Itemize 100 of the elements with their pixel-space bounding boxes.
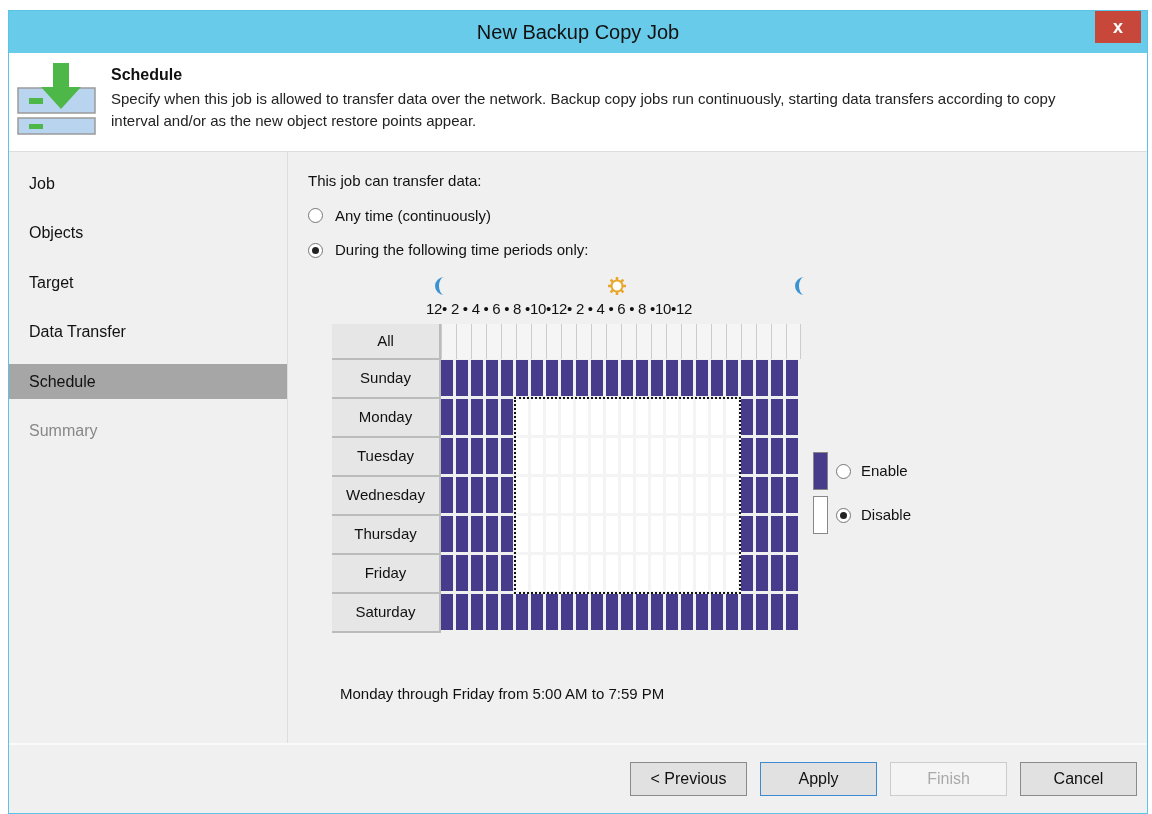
schedule-cell[interactable]	[531, 399, 546, 438]
step-item[interactable]: Data Transfer	[9, 314, 287, 350]
schedule-cell[interactable]	[606, 555, 621, 594]
schedule-cell[interactable]	[531, 555, 546, 594]
footer-button[interactable]: < Previous	[630, 762, 747, 796]
schedule-cell[interactable]	[471, 516, 486, 555]
schedule-cell[interactable]	[516, 555, 531, 594]
schedule-cell[interactable]	[681, 399, 696, 438]
schedule-cell[interactable]	[501, 360, 516, 399]
schedule-cell[interactable]	[711, 360, 726, 399]
schedule-cell[interactable]	[696, 555, 711, 594]
schedule-cell[interactable]	[636, 399, 651, 438]
schedule-cell[interactable]	[561, 360, 576, 399]
schedule-cell[interactable]	[486, 477, 501, 516]
schedule-cell[interactable]	[621, 555, 636, 594]
schedule-cell[interactable]	[636, 360, 651, 399]
schedule-cell[interactable]	[771, 555, 786, 594]
step-item[interactable]: Objects	[9, 215, 287, 251]
day-button[interactable]: Friday	[332, 555, 441, 594]
schedule-cell[interactable]	[741, 399, 756, 438]
schedule-cell[interactable]	[456, 555, 471, 594]
schedule-cell[interactable]	[726, 360, 741, 399]
schedule-cell[interactable]	[726, 438, 741, 477]
schedule-cell[interactable]	[456, 594, 471, 633]
schedule-cell[interactable]	[771, 516, 786, 555]
schedule-cell[interactable]	[786, 438, 801, 477]
schedule-cell[interactable]	[621, 594, 636, 633]
schedule-cell[interactable]	[741, 360, 756, 399]
schedule-cell[interactable]	[651, 555, 666, 594]
schedule-cell[interactable]	[516, 399, 531, 438]
schedule-cell[interactable]	[516, 594, 531, 633]
schedule-cell[interactable]	[696, 360, 711, 399]
schedule-cell[interactable]	[786, 360, 801, 399]
schedule-cell[interactable]	[666, 555, 681, 594]
schedule-cell[interactable]	[501, 477, 516, 516]
schedule-cell[interactable]	[696, 594, 711, 633]
schedule-cell[interactable]	[726, 516, 741, 555]
schedule-cell[interactable]	[561, 594, 576, 633]
schedule-cell[interactable]	[456, 360, 471, 399]
schedule-cell[interactable]	[441, 399, 456, 438]
schedule-cell[interactable]	[561, 555, 576, 594]
schedule-cell[interactable]	[756, 360, 771, 399]
schedule-cell[interactable]	[756, 516, 771, 555]
radio-button[interactable]	[836, 463, 851, 479]
schedule-cell[interactable]	[516, 516, 531, 555]
radio-button[interactable]	[308, 242, 323, 258]
schedule-cell[interactable]	[546, 360, 561, 399]
radio-button[interactable]	[308, 208, 323, 224]
option-label[interactable]: During the following time periods only:	[335, 239, 589, 262]
day-button[interactable]: Wednesday	[332, 477, 441, 516]
schedule-cell[interactable]	[591, 555, 606, 594]
schedule-cell[interactable]	[471, 399, 486, 438]
schedule-cell[interactable]	[786, 477, 801, 516]
schedule-cell[interactable]	[531, 360, 546, 399]
schedule-cell[interactable]	[771, 438, 786, 477]
schedule-cell[interactable]	[786, 516, 801, 555]
option-label[interactable]: Disable	[861, 503, 912, 527]
option-label[interactable]: Enable	[861, 459, 908, 483]
schedule-cell[interactable]	[696, 399, 711, 438]
schedule-cell[interactable]	[771, 399, 786, 438]
schedule-cell[interactable]	[546, 555, 561, 594]
step-item[interactable]: Job	[9, 166, 287, 201]
schedule-cell[interactable]	[756, 594, 771, 633]
schedule-cell[interactable]	[771, 594, 786, 633]
schedule-cell[interactable]	[456, 438, 471, 477]
schedule-cell[interactable]	[606, 594, 621, 633]
schedule-cell[interactable]	[516, 438, 531, 477]
schedule-cell[interactable]	[501, 555, 516, 594]
step-item[interactable]: Target	[9, 265, 287, 301]
footer-button[interactable]: Cancel	[1020, 762, 1137, 796]
schedule-cell[interactable]	[516, 477, 531, 516]
schedule-cell[interactable]	[681, 360, 696, 399]
schedule-cell[interactable]	[441, 555, 456, 594]
schedule-cell[interactable]	[456, 477, 471, 516]
schedule-cell[interactable]	[486, 594, 501, 633]
schedule-cell[interactable]	[561, 399, 576, 438]
schedule-cell[interactable]	[471, 555, 486, 594]
schedule-cell[interactable]	[741, 594, 756, 633]
schedule-cell[interactable]	[786, 399, 801, 438]
schedule-cell[interactable]	[621, 360, 636, 399]
schedule-cell[interactable]	[501, 399, 516, 438]
schedule-cell[interactable]	[471, 594, 486, 633]
schedule-cell[interactable]	[741, 438, 756, 477]
schedule-cell[interactable]	[651, 360, 666, 399]
schedule-cell[interactable]	[726, 399, 741, 438]
schedule-cell[interactable]	[501, 516, 516, 555]
schedule-cell[interactable]	[486, 516, 501, 555]
schedule-cell[interactable]	[606, 399, 621, 438]
schedule-cell[interactable]	[741, 477, 756, 516]
schedule-cell[interactable]	[486, 438, 501, 477]
schedule-cell[interactable]	[471, 477, 486, 516]
schedule-cell[interactable]	[501, 438, 516, 477]
schedule-cell[interactable]	[591, 399, 606, 438]
option-label[interactable]: Any time (continuously)	[335, 204, 491, 227]
schedule-cell[interactable]	[456, 399, 471, 438]
schedule-cell[interactable]	[666, 594, 681, 633]
schedule-cell[interactable]	[666, 360, 681, 399]
day-button[interactable]: Sunday	[332, 360, 441, 399]
day-button[interactable]: Tuesday	[332, 438, 441, 477]
schedule-cell[interactable]	[621, 399, 636, 438]
